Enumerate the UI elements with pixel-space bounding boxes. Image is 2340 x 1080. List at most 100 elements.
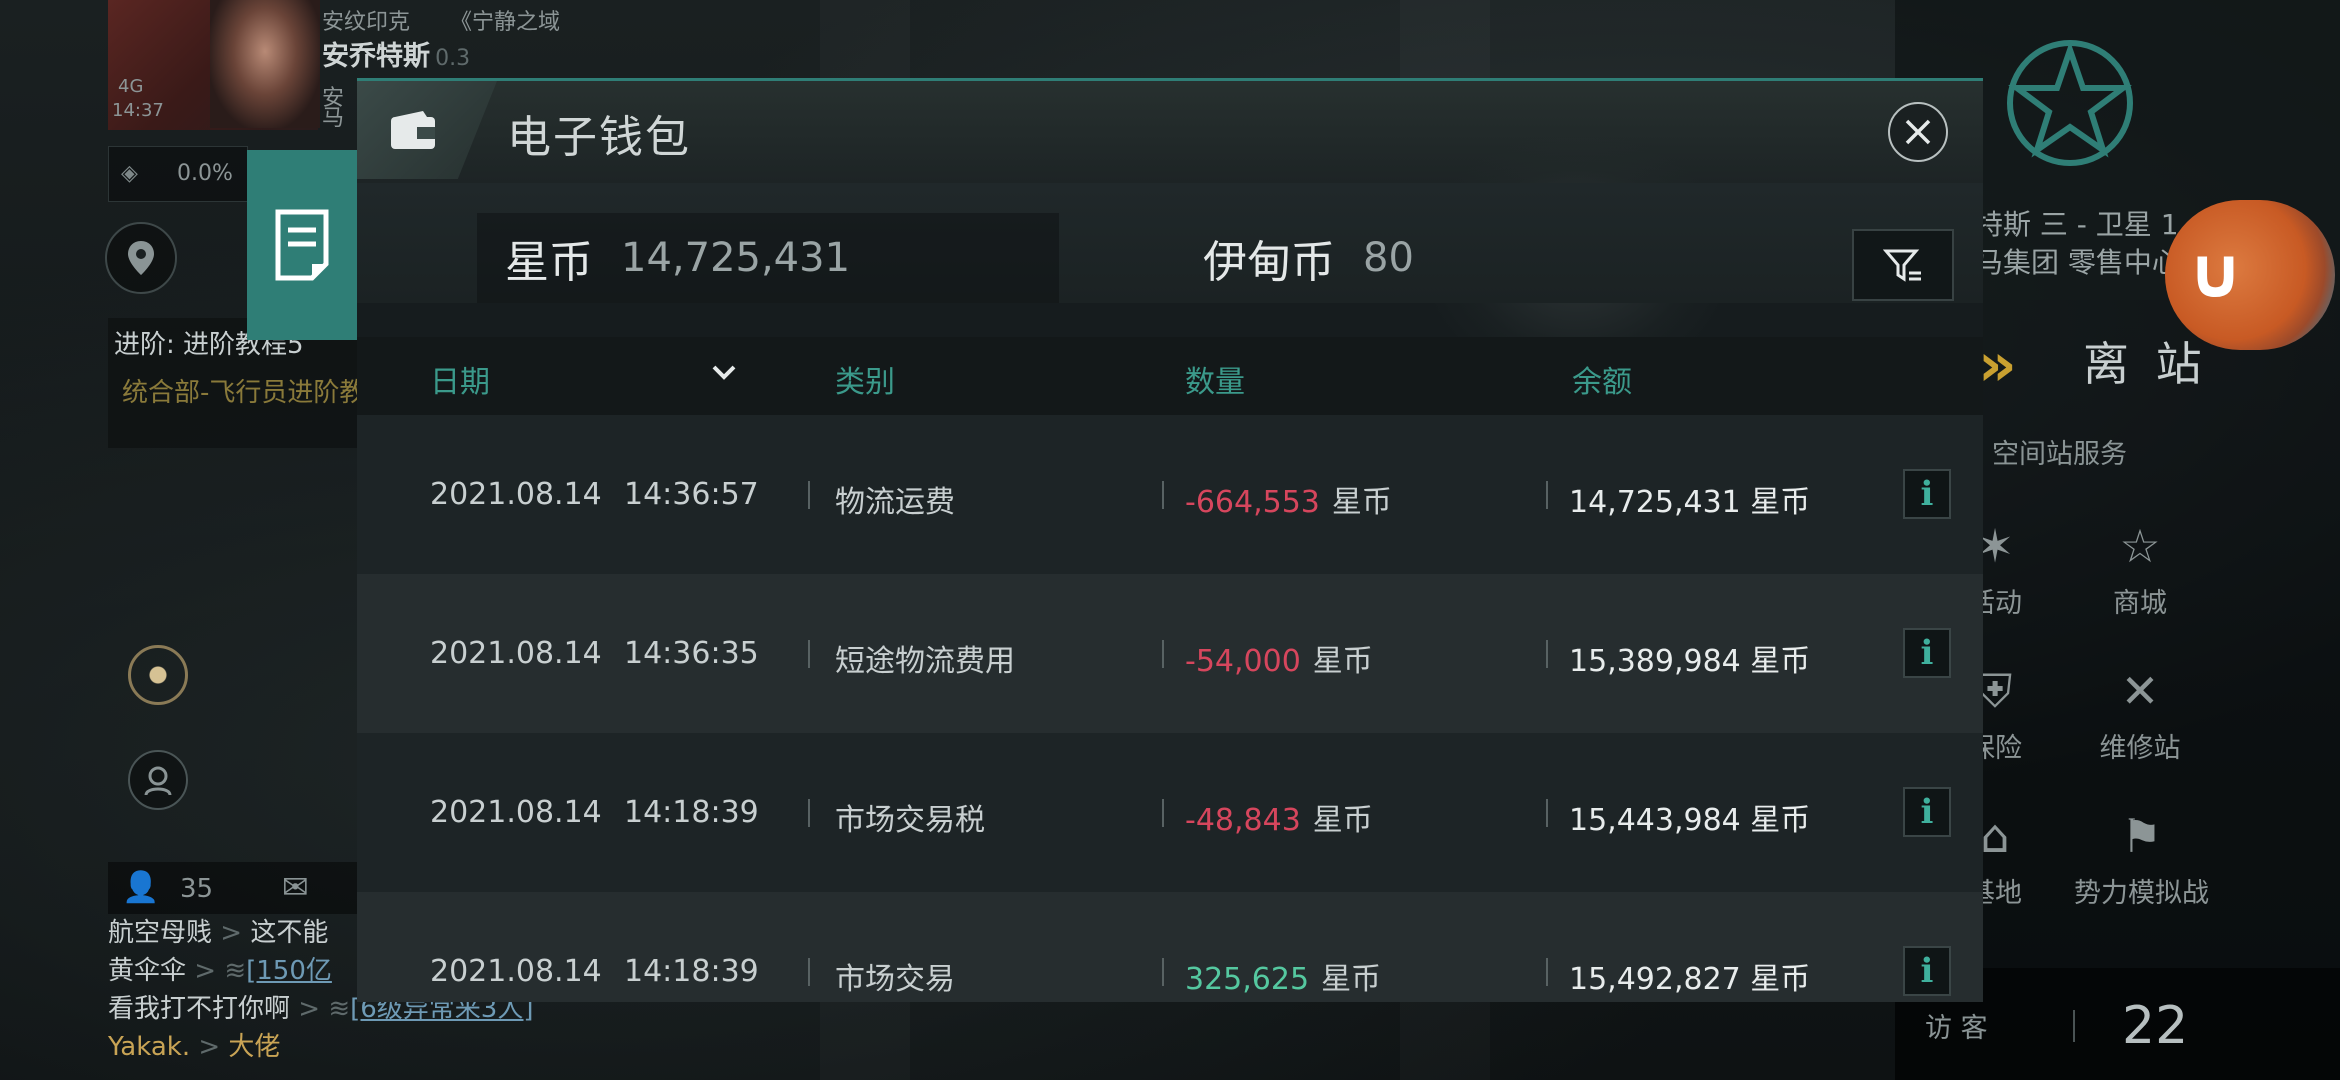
station-owner: 马集团 零售中心 [1975,246,2180,279]
row-time: 14:18:39 [624,795,759,830]
table-row[interactable]: 2021.08.14 14:36:35 短途物流费用 -54,000 星币 15,… [357,574,1983,733]
pilot-avatar[interactable] [210,0,320,128]
chat-user[interactable]: 看我打不打你啊 [108,994,290,1024]
headset-icon [144,766,172,796]
row-category: 短途物流费用 [835,644,1015,679]
wallet-icon [391,111,435,149]
chat-user[interactable]: Yakak. [108,1032,190,1062]
table-header [357,337,1983,415]
cube-icon: ◈ [121,161,138,186]
eden-coin-balance: 伊甸币 80 [1197,213,1557,303]
column-balance[interactable]: 余额 [1572,357,1632,401]
row-date: 2021.08.14 [430,795,602,830]
row-category: 市场交易 [835,962,955,997]
info-icon: i [1920,633,1934,673]
row-date: 2021.08.14 [430,954,602,989]
chat-text: 这不能 [250,918,329,948]
service-faction-battle[interactable]: ⚑ 势力模拟战 [2064,805,2219,910]
amount-unit: 星币 [1321,962,1382,997]
info-icon: i [1920,474,1934,514]
amount-value: 325,625 [1185,962,1310,997]
location-button[interactable] [105,222,177,294]
pilot-security: 0.3 [435,46,471,71]
service-store[interactable]: ☆ 商城 [2080,515,2200,620]
star-coin-value: 14,725,431 [621,235,851,281]
document-tab[interactable] [247,150,357,340]
divider [808,958,810,986]
chat-user[interactable]: 航空母贱 [108,918,212,948]
chat-link[interactable]: [150亿 [246,956,332,986]
divider [808,481,810,509]
info-button[interactable]: i [1903,787,1951,837]
table-row[interactable]: 2021.08.14 14:18:39 市场交易 325,625 星币 15,49… [357,892,1983,1002]
modal-title: 电子钱包 [507,112,691,163]
chat-message: Yakak. > 大佬 [108,1032,281,1062]
amount-unit: 星币 [1331,485,1392,520]
station-info: 特斯 三 - 卫星 1 马集团 零售中心 [1975,206,2180,282]
squirrel-icon: ∪ [2187,232,2244,314]
row-time: 14:36:35 [624,636,759,671]
divider [1546,640,1548,668]
info-button[interactable]: i [1903,469,1951,519]
amount-value: -48,843 [1185,803,1301,838]
service-label: 势力模拟战 [2074,878,2209,909]
divider [1546,799,1548,827]
divider [808,640,810,668]
table-row[interactable]: 2021.08.14 14:18:39 市场交易税 -48,843 星币 15,4… [357,733,1983,892]
friends-icon[interactable]: 👤 [122,870,159,905]
row-category: 物流运费 [835,485,955,520]
station-name: 特斯 三 - 卫星 1 [1975,208,2179,241]
uc-browser-floating-button[interactable]: ∪ [2165,200,2335,350]
pilot-name: 安乔特斯 [322,41,430,72]
table-row[interactable]: 2021.08.14 14:36:57 物流运费 -664,553 星币 14,7… [357,415,1983,574]
cargo-indicator[interactable]: ◈ 0.0% [108,146,248,202]
divider [1546,481,1548,509]
row-balance: 15,443,984 星币 [1569,803,1811,838]
clock: 14:37 [112,100,164,121]
info-button[interactable]: i [1903,946,1951,996]
target-ring-icon[interactable] [128,645,188,705]
service-repair[interactable]: ✕ 维修站 [2080,660,2200,765]
filter-icon [1883,249,1921,282]
divider [1546,958,1548,986]
star-coin-label: 星币 [505,237,593,288]
wallet-badge [357,81,497,179]
filter-button[interactable] [1852,229,1954,301]
info-icon: i [1920,951,1934,991]
signal-indicator: 4G [118,76,144,97]
faction-battle-icon: ⚑ [2120,809,2163,863]
row-balance: 15,492,827 星币 [1569,962,1811,997]
chat-user[interactable]: 黄伞伞 [108,956,186,986]
info-button[interactable]: i [1903,628,1951,678]
eden-coin-value: 80 [1363,235,1414,281]
cargo-percent: 0.0% [177,161,233,186]
service-label: 商城 [2113,588,2167,619]
row-time: 14:18:39 [624,954,759,989]
map-pin-icon [128,241,154,275]
row-time: 14:36:57 [624,477,759,512]
mail-icon[interactable]: ✉ [282,868,309,906]
agent-button[interactable] [128,750,188,810]
column-amount[interactable]: 数量 [1185,357,1245,401]
row-amount: -54,000 星币 [1185,636,1373,680]
repair-icon: ✕ [2120,664,2160,718]
star-coin-balance: 星币 14,725,431 [477,213,1059,303]
row-amount: -664,553 星币 [1185,477,1392,521]
row-amount: 325,625 星币 [1185,954,1381,998]
close-button[interactable] [1888,102,1948,162]
friend-count: 35 [180,874,214,904]
amount-unit: 星币 [1312,644,1373,679]
store-icon: ☆ [2119,519,2161,573]
undock-button[interactable]: 离 站 [2083,328,2208,394]
amount-value: -54,000 [1185,644,1301,679]
divider [1162,799,1164,827]
chevron-down-icon[interactable] [709,357,739,387]
faction-emblem-icon [2007,40,2133,166]
column-date[interactable]: 日期 [430,357,490,401]
modal-header: 电子钱包 [357,81,1983,391]
row-balance: 14,725,431 星币 [1569,485,1811,520]
column-category[interactable]: 类别 [835,357,895,401]
divider [1162,481,1164,509]
zone-label: 《宁静之域 [450,10,561,35]
pilot-sub-line: 马 [322,106,345,131]
